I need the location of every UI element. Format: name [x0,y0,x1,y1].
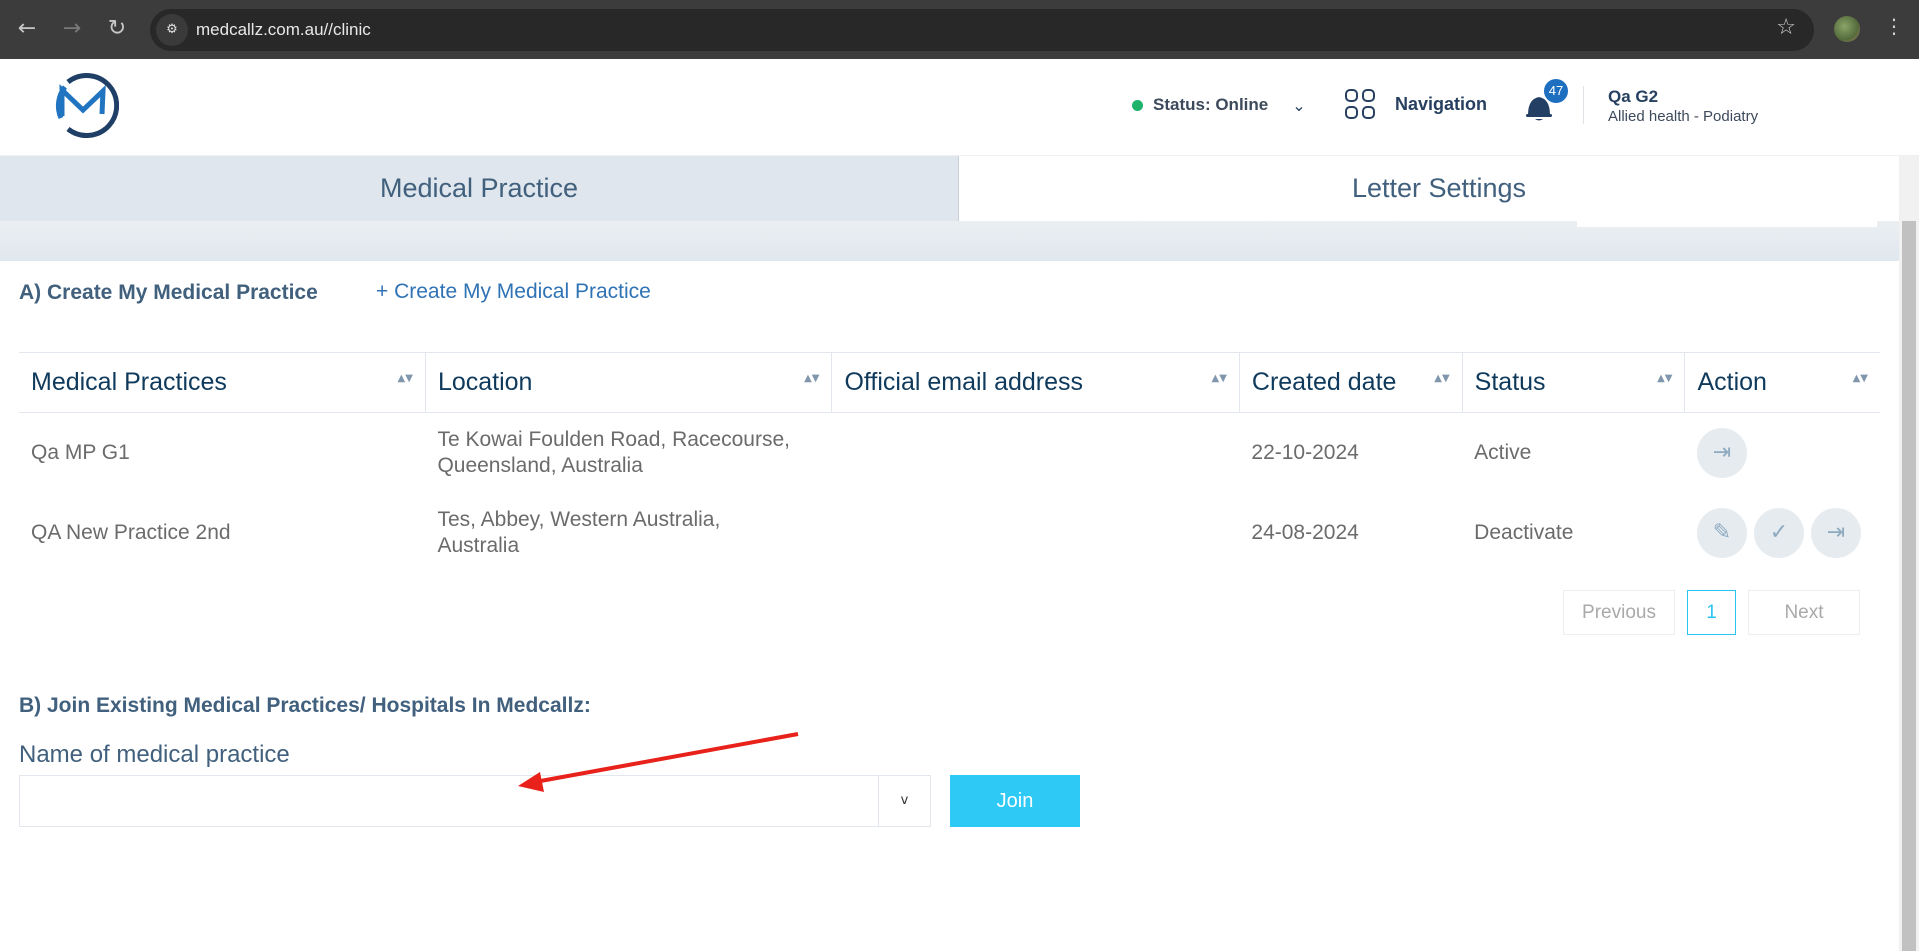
practice-name-label: Name of medical practice [19,741,290,768]
sort-icon[interactable]: ▲▼ [1212,374,1227,384]
medical-practices-table: Medical Practices ▲▼ Location ▲▼ Official … [19,352,1880,573]
page-title-band [0,221,1899,261]
cell-actions: ✎ ✓ ⇥ [1685,493,1880,573]
cell-location: Te Kowai Foulden Road, Racecourse, Queen… [437,427,790,477]
cell-created-date: 22-10-2024 [1251,440,1359,464]
online-status-dot [1132,99,1143,111]
cell-practice: Qa MP G1 [31,440,130,464]
profile-avatar[interactable] [1834,16,1860,42]
column-header-created-date[interactable]: Created date ▲▼ [1238,352,1463,413]
page-1-button[interactable]: 1 [1687,590,1736,635]
cell-email [832,413,1239,493]
cell-practice: QA New Practice 2nd [31,520,231,544]
user-name[interactable]: Qa G2 [1608,87,1658,107]
bookmark-star-icon[interactable]: ☆ [1776,15,1796,40]
chevron-down-icon[interactable]: v [878,776,930,826]
leave-practice-icon[interactable]: ⇥ [1810,507,1861,558]
next-page-button[interactable]: Next [1748,590,1860,635]
navigation-label: Navigation [1395,93,1488,114]
tab-medical-practice[interactable]: Medical Practice [0,156,959,221]
sort-icon[interactable]: ▲▼ [1434,374,1449,384]
column-header-practices[interactable]: Medical Practices ▲▼ [19,352,426,413]
status-label: Status: Online [1153,95,1269,114]
leave-practice-icon[interactable]: ⇥ [1696,427,1747,478]
column-header-location[interactable]: Location ▲▼ [424,352,832,413]
status-selector[interactable]: Status: Online ⌄ [1132,95,1306,115]
scrollbar-thumb[interactable] [1902,221,1916,951]
address-bar[interactable]: ⚙ medcallz.com.au//clinic ☆ [150,9,1814,51]
user-role: Allied health - Podiatry [1608,108,1759,125]
create-practice-link[interactable]: + Create My Medical Practice [376,280,651,304]
browser-menu-icon[interactable]: ⋮ [1884,14,1904,38]
cell-status: Deactivate [1474,520,1574,544]
practice-name-select[interactable]: v [19,775,931,827]
tab-letter-settings[interactable]: Letter Settings [959,156,1919,221]
section-b-title: B) Join Existing Medical Practices/ Hosp… [19,694,591,717]
reload-icon[interactable]: ↻ [102,14,132,44]
sort-icon[interactable]: ▲▼ [804,374,819,384]
cell-location: Tes, Abbey, Western Australia, Australia [437,507,721,557]
site-info-icon[interactable]: ⚙ [156,14,188,46]
previous-page-button[interactable]: Previous [1563,590,1675,635]
cell-actions: ⇥ [1685,413,1880,493]
grid-icon [1345,89,1377,119]
cell-email [832,493,1239,573]
section-a-title: A) Create My Medical Practice [19,281,318,304]
back-icon[interactable]: ← [12,14,42,44]
sort-icon[interactable]: ▲▼ [1853,374,1868,384]
header-divider [1583,86,1584,124]
cell-status: Active [1474,440,1532,464]
pagination: Previous 1 Next [1563,590,1860,635]
url-text[interactable]: medcallz.com.au//clinic [196,20,371,40]
column-header-action[interactable]: Action ▲▼ [1684,352,1880,413]
cell-created-date: 24-08-2024 [1251,520,1359,544]
sort-icon[interactable]: ▲▼ [1657,374,1672,384]
search-field-partial[interactable] [1577,221,1877,227]
app-header: Status: Online ⌄ Navigation 47 Qa G2 All… [0,59,1919,156]
column-header-email[interactable]: Official email address ▲▼ [831,352,1240,413]
edit-pencil-icon[interactable]: ✎ [1696,507,1747,558]
tab-bar: Medical Practice Letter Settings [0,156,1919,221]
forward-icon[interactable]: → [57,14,87,44]
sort-icon[interactable]: ▲▼ [398,374,413,384]
table-header-row: Medical Practices ▲▼ Location ▲▼ Official … [19,352,1880,413]
table-row: Qa MP G1 Te Kowai Foulden Road, Racecour… [19,413,1880,493]
chevron-down-icon[interactable]: ⌄ [1292,96,1305,115]
navigation-button[interactable]: Navigation [1345,89,1487,119]
column-header-status[interactable]: Status ▲▼ [1461,352,1685,413]
notification-count-badge[interactable]: 47 [1544,79,1568,103]
activate-check-icon[interactable]: ✓ [1753,507,1804,558]
medcallz-logo[interactable] [48,70,119,141]
join-button[interactable]: Join [950,775,1080,827]
browser-toolbar: ← → ↻ ⚙ medcallz.com.au//clinic ☆ ⋮ [0,0,1919,59]
table-row: QA New Practice 2nd Tes, Abbey, Western … [19,493,1880,573]
